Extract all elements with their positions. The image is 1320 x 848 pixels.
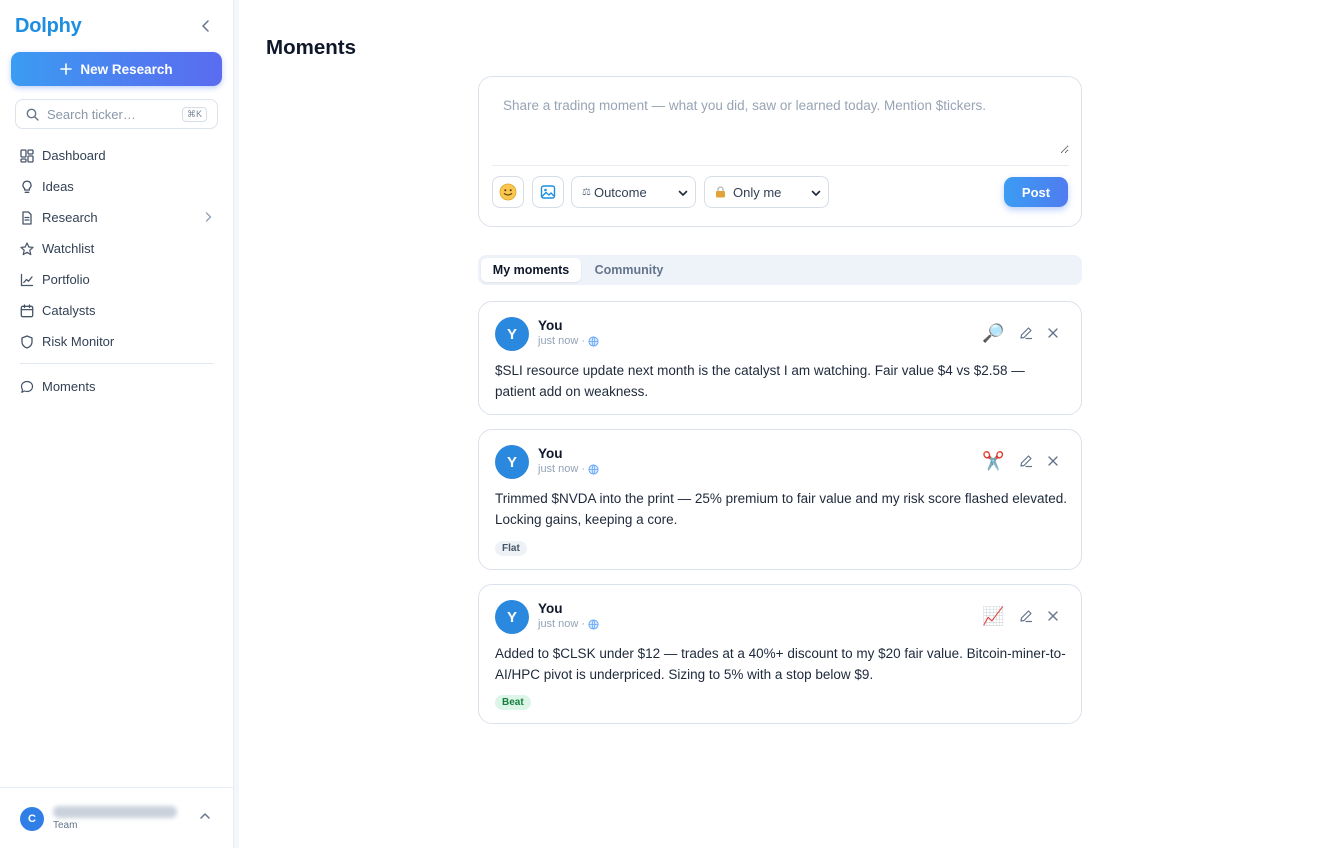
smiley-icon: [499, 183, 517, 201]
moment-meta: just now ·: [538, 618, 599, 630]
search-box: ⌘K: [15, 99, 218, 129]
user-plan: Team: [53, 820, 78, 831]
chevron-down-icon: [678, 190, 688, 196]
moment-meta: just now ·: [538, 463, 599, 475]
globe-icon: [588, 335, 599, 347]
chat-bubble-icon: [20, 380, 34, 394]
sidebar-item-label: Moments: [42, 379, 96, 394]
sidebar-item-label: Catalysts: [42, 303, 96, 318]
sidebar-item-portfolio[interactable]: Portfolio: [0, 264, 234, 295]
moment-text: Trimmed $NVDA into the print — 25% premi…: [495, 491, 1067, 527]
search-icon: [26, 108, 39, 121]
page-title: Moments: [266, 36, 356, 59]
sidebar-item-label: Portfolio: [42, 272, 90, 287]
sidebar-item-label: Risk Monitor: [42, 334, 115, 349]
scissors-emoji-icon: ✂️: [982, 451, 1005, 471]
sidebar-item-watchlist[interactable]: Watchlist: [0, 233, 234, 264]
close-icon[interactable]: [1046, 326, 1060, 340]
lightbulb-icon: [20, 180, 34, 194]
sidebar-nav: Dashboard Ideas Research Watchlist Portf…: [0, 140, 234, 357]
visibility-select-value: Only me: [733, 184, 782, 200]
sidebar-item-label: Watchlist: [42, 241, 95, 256]
emoji-button[interactable]: [492, 176, 524, 208]
image-icon: [540, 185, 556, 199]
lock-icon: [716, 186, 725, 198]
magnifier-emoji-icon: 🔎: [982, 323, 1005, 343]
composer-divider: [492, 165, 1069, 166]
sidebar-item-label: Ideas: [42, 179, 74, 194]
sidebar-edge: [234, 0, 239, 848]
moment-text: $SLI resource update next month is the c…: [495, 363, 1025, 399]
chevron-down-icon: [811, 190, 821, 196]
sidebar-item-label: Dashboard: [42, 148, 106, 163]
collapse-sidebar-button[interactable]: [198, 18, 214, 34]
chevron-up-icon[interactable]: [199, 812, 211, 820]
moment-time: just now ·: [538, 618, 586, 630]
moment-author: You: [538, 601, 563, 616]
shield-icon: [20, 334, 34, 349]
sidebar-item-moments[interactable]: Moments: [0, 371, 234, 402]
nav-divider: [20, 363, 214, 364]
chevron-right-icon: [205, 212, 212, 222]
visibility-select[interactable]: Only me: [704, 176, 829, 208]
chevron-left-icon: [202, 20, 209, 32]
plus-icon: [60, 63, 73, 75]
tab-my-moments[interactable]: My moments: [481, 258, 581, 282]
moments-tabs: My moments Community: [478, 255, 1082, 285]
avatar: C: [20, 807, 44, 831]
calendar-icon: [20, 303, 34, 318]
shortcut-badge: ⌘K: [181, 107, 207, 122]
moment-author: You: [538, 318, 563, 333]
sidebar-item-ideas[interactable]: Ideas: [0, 171, 234, 202]
pencil-icon[interactable]: [1019, 609, 1033, 623]
moment-card: Y You just now · ✂️ Trimmed $NVDA into t…: [478, 429, 1082, 570]
outcome-select[interactable]: ⚖ Outcome: [571, 176, 696, 208]
sidebar-item-catalysts[interactable]: Catalysts: [0, 295, 234, 326]
grid-icon: [20, 148, 34, 163]
moment-card: Y You just now · 🔎 $SLI resource update …: [478, 301, 1082, 415]
moment-author: You: [538, 446, 563, 461]
moment-text: Added to $CLSK under $12 — trades at a 4…: [495, 646, 1066, 682]
close-icon[interactable]: [1046, 454, 1060, 468]
scale-icon: ⚖: [582, 186, 591, 198]
sidebar: Dolphy New Research ⌘K Dashboard Ideas R…: [0, 0, 234, 848]
outcome-select-value: Outcome: [593, 184, 647, 200]
pencil-icon[interactable]: [1019, 326, 1033, 340]
moment-meta: just now ·: [538, 335, 599, 347]
sidebar-item-dashboard[interactable]: Dashboard: [0, 140, 234, 171]
star-icon: [20, 241, 34, 256]
image-button[interactable]: [532, 176, 564, 208]
new-research-label: New Research: [80, 61, 173, 77]
user-menu[interactable]: C Team: [0, 787, 234, 848]
moment-time: just now ·: [538, 335, 586, 347]
avatar: Y: [495, 445, 529, 479]
moment-composer: ⚖ Outcome Only me Post: [478, 76, 1082, 227]
post-button[interactable]: Post: [1004, 177, 1068, 207]
user-email-redacted: [53, 806, 177, 818]
chart-line-icon: [20, 273, 34, 287]
sidebar-item-label: Research: [42, 210, 98, 225]
search-input[interactable]: [47, 106, 172, 122]
moment-time: just now ·: [538, 463, 586, 475]
outcome-badge: Beat: [495, 695, 531, 710]
chart-increasing-emoji-icon: 📈: [982, 606, 1005, 626]
globe-icon: [588, 618, 599, 630]
document-icon: [20, 210, 34, 225]
avatar: Y: [495, 600, 529, 634]
pencil-icon[interactable]: [1019, 454, 1033, 468]
globe-icon: [588, 463, 599, 475]
moment-input[interactable]: [491, 89, 1069, 154]
outcome-badge: Flat: [495, 541, 527, 556]
app-logo: Dolphy: [15, 15, 82, 37]
avatar: Y: [495, 317, 529, 351]
close-icon[interactable]: [1046, 609, 1060, 623]
moment-card: Y You just now · 📈 Added to $CLSK under …: [478, 584, 1082, 724]
new-research-button[interactable]: New Research: [11, 52, 222, 86]
sidebar-item-risk-monitor[interactable]: Risk Monitor: [0, 326, 234, 357]
tab-community[interactable]: Community: [588, 258, 670, 282]
sidebar-item-research[interactable]: Research: [0, 202, 234, 233]
